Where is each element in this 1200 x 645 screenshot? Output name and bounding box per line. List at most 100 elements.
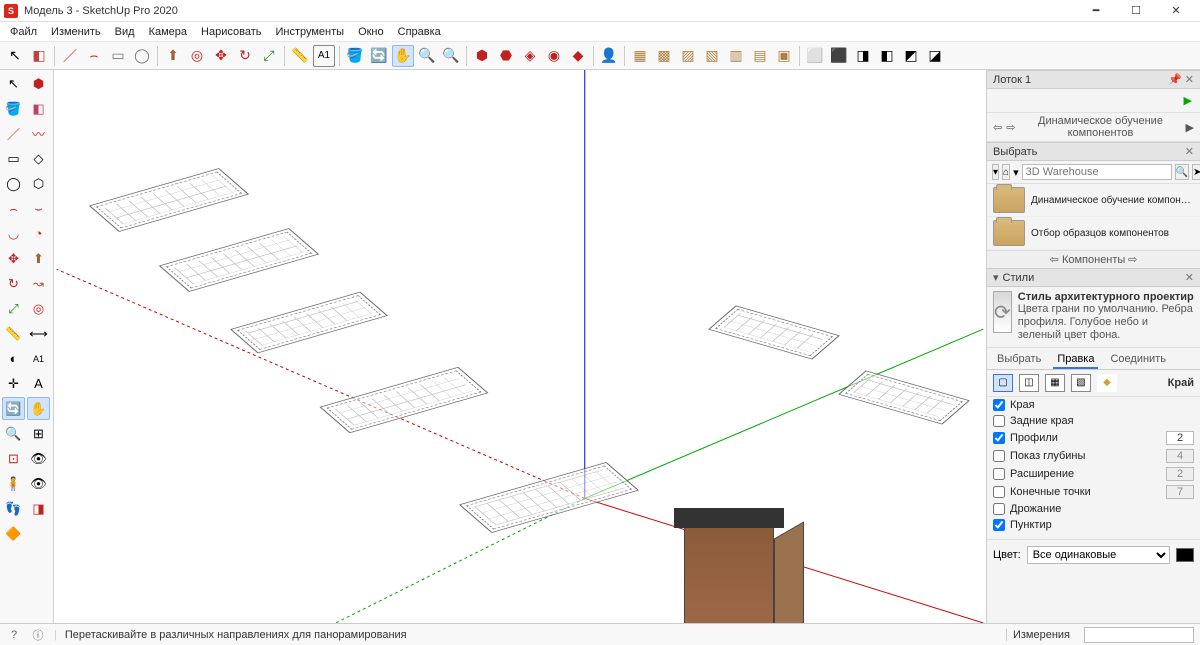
sandbox6-icon[interactable]: ▤ — [749, 45, 771, 67]
nav-right-icon[interactable]: ▶ — [1186, 121, 1194, 134]
edge-checkbox[interactable] — [993, 503, 1005, 515]
offset-tool-icon[interactable]: ◎ — [186, 45, 208, 67]
pan-icon[interactable]: ✋ — [27, 397, 50, 420]
minimize-button[interactable]: ━ — [1076, 1, 1116, 21]
bg-settings-icon[interactable]: ▦ — [1045, 374, 1065, 392]
menu-edit[interactable]: Изменить — [45, 24, 107, 40]
rotrect-icon[interactable]: ◇ — [27, 147, 50, 170]
solid4-icon[interactable]: ◧ — [876, 45, 898, 67]
edge-checkbox[interactable] — [993, 450, 1005, 462]
floorplan-object[interactable] — [159, 228, 319, 291]
chevron-down-icon[interactable]: ▾ — [1013, 166, 1019, 179]
collapse-icon[interactable]: ▾ — [993, 271, 999, 284]
components-footer[interactable]: ⇦ Компоненты ⇨ — [987, 250, 1200, 268]
warehouse-icon[interactable]: ⬢ — [471, 45, 493, 67]
dropdown-icon[interactable]: ▾ — [992, 164, 999, 180]
sandbox1-icon[interactable]: ▦ — [629, 45, 651, 67]
move-tool-icon[interactable]: ✥ — [210, 45, 232, 67]
search-input[interactable] — [1022, 164, 1172, 180]
rotate-icon[interactable]: ↻ — [2, 272, 25, 295]
close-icon[interactable]: ✕ — [1185, 271, 1194, 284]
viewport-3d[interactable] — [54, 70, 986, 623]
extension-icon[interactable]: ⬣ — [495, 45, 517, 67]
menu-file[interactable]: Файл — [4, 24, 43, 40]
line-icon[interactable]: ／ — [2, 122, 25, 145]
menu-window[interactable]: Окно — [352, 24, 390, 40]
prev-icon[interactable]: 👁 — [27, 447, 50, 470]
outliner-icon[interactable]: ◉ — [543, 45, 565, 67]
dimension-icon[interactable]: ⟷ — [27, 322, 50, 345]
tape-icon[interactable]: 📏 — [2, 322, 25, 345]
edge-value-input[interactable]: 2 — [1166, 431, 1194, 445]
scale-tool-icon[interactable]: ⤢ — [258, 45, 280, 67]
solid5-icon[interactable]: ◩ — [900, 45, 922, 67]
send-icon[interactable]: ➤ — [1192, 164, 1200, 180]
floorplan-object[interactable] — [320, 367, 489, 433]
model-settings-icon[interactable]: ◆ — [1097, 374, 1117, 392]
walk-icon[interactable]: 👣 — [2, 497, 25, 520]
section2-icon[interactable]: 🔶 — [2, 522, 25, 545]
lookaround-icon[interactable]: 👁 — [27, 472, 50, 495]
nav-back-icon[interactable]: ⇦ — [993, 121, 1002, 134]
eraser-tool-icon[interactable]: ◧ — [28, 45, 50, 67]
sandbox2-icon[interactable]: ▩ — [653, 45, 675, 67]
rect-tool-icon[interactable]: ▭ — [107, 45, 129, 67]
edge-checkbox[interactable] — [993, 486, 1005, 498]
menu-help[interactable]: Справка — [392, 24, 447, 40]
position-icon[interactable]: 🧍 — [2, 472, 25, 495]
close-button[interactable]: ✕ — [1156, 1, 1196, 21]
geo-icon[interactable]: ⓘ — [30, 627, 46, 643]
help-icon[interactable]: ? — [6, 627, 22, 643]
tab-mix[interactable]: Соединить — [1106, 351, 1170, 369]
floorplan-object[interactable] — [89, 168, 249, 231]
component-item[interactable]: Динамическое обучение компоне... — [987, 184, 1200, 217]
paint-icon[interactable]: 🪣 — [2, 97, 25, 120]
menu-view[interactable]: Вид — [109, 24, 141, 40]
floorplan-object[interactable] — [838, 371, 969, 425]
edge-checkbox[interactable] — [993, 519, 1005, 531]
menu-draw[interactable]: Нарисовать — [195, 24, 267, 40]
pushpull-tool-icon[interactable]: ⬆ — [162, 45, 184, 67]
tray-header[interactable]: Лоток 1 📌 ✕ — [987, 70, 1200, 89]
protractor-icon[interactable]: ◐ — [2, 347, 25, 370]
solid6-icon[interactable]: ◪ — [924, 45, 946, 67]
select-icon[interactable]: ↖ — [2, 72, 25, 95]
color-swatch[interactable] — [1176, 548, 1194, 562]
orbit-icon[interactable]: 🔄 — [2, 397, 25, 420]
tab-edit[interactable]: Правка — [1053, 351, 1098, 369]
zoom-tool-icon[interactable]: 🔍 — [416, 45, 438, 67]
solid2-icon[interactable]: ⬛ — [828, 45, 850, 67]
circle-tool-icon[interactable]: ◯ — [131, 45, 153, 67]
text-tool-icon[interactable]: A1 — [313, 45, 335, 67]
floorplan-object[interactable] — [459, 462, 639, 533]
label-icon[interactable]: A1 — [27, 347, 50, 370]
pin-icon[interactable]: 📌 ✕ — [1168, 73, 1194, 86]
scale-icon[interactable]: ⤢ — [2, 297, 25, 320]
measure-input[interactable] — [1084, 627, 1194, 643]
home-icon[interactable]: ⌂ — [1002, 164, 1010, 180]
sandbox5-icon[interactable]: ▥ — [725, 45, 747, 67]
face-settings-icon[interactable]: ◫ — [1019, 374, 1039, 392]
pan-tool-icon[interactable]: ✋ — [392, 45, 414, 67]
floorplan-object[interactable] — [230, 292, 387, 353]
nav-fwd-icon[interactable]: ⇨ — [1128, 254, 1137, 266]
zoomwin-icon[interactable]: ⊞ — [27, 422, 50, 445]
sandbox7-icon[interactable]: ▣ — [773, 45, 795, 67]
circle-icon[interactable]: ◯ — [2, 172, 25, 195]
zoom-extents-icon[interactable]: 🔍 — [440, 45, 462, 67]
building-model[interactable] — [664, 500, 804, 623]
sandbox3-icon[interactable]: ▨ — [677, 45, 699, 67]
select-tool-icon[interactable]: ↖ — [4, 45, 26, 67]
line-tool-icon[interactable]: ／ — [59, 45, 81, 67]
nav-fwd-icon[interactable]: ⇨ — [1006, 121, 1015, 134]
offset-icon[interactable]: ◎ — [27, 297, 50, 320]
model-info-icon[interactable]: ◆ — [567, 45, 589, 67]
move-icon[interactable]: ✥ — [2, 247, 25, 270]
styles-panel-header[interactable]: ▾ Стили ✕ — [987, 268, 1200, 287]
search-icon[interactable]: 🔍 — [1175, 164, 1189, 180]
layers-icon[interactable]: ◈ — [519, 45, 541, 67]
components-nav[interactable]: ⇦ ⇨ Динамическое обучение компонентов ▶ — [987, 113, 1200, 142]
rotate-tool-icon[interactable]: ↻ — [234, 45, 256, 67]
component-icon[interactable]: ⬢ — [27, 72, 50, 95]
edge-settings-icon[interactable]: ▢ — [993, 374, 1013, 392]
